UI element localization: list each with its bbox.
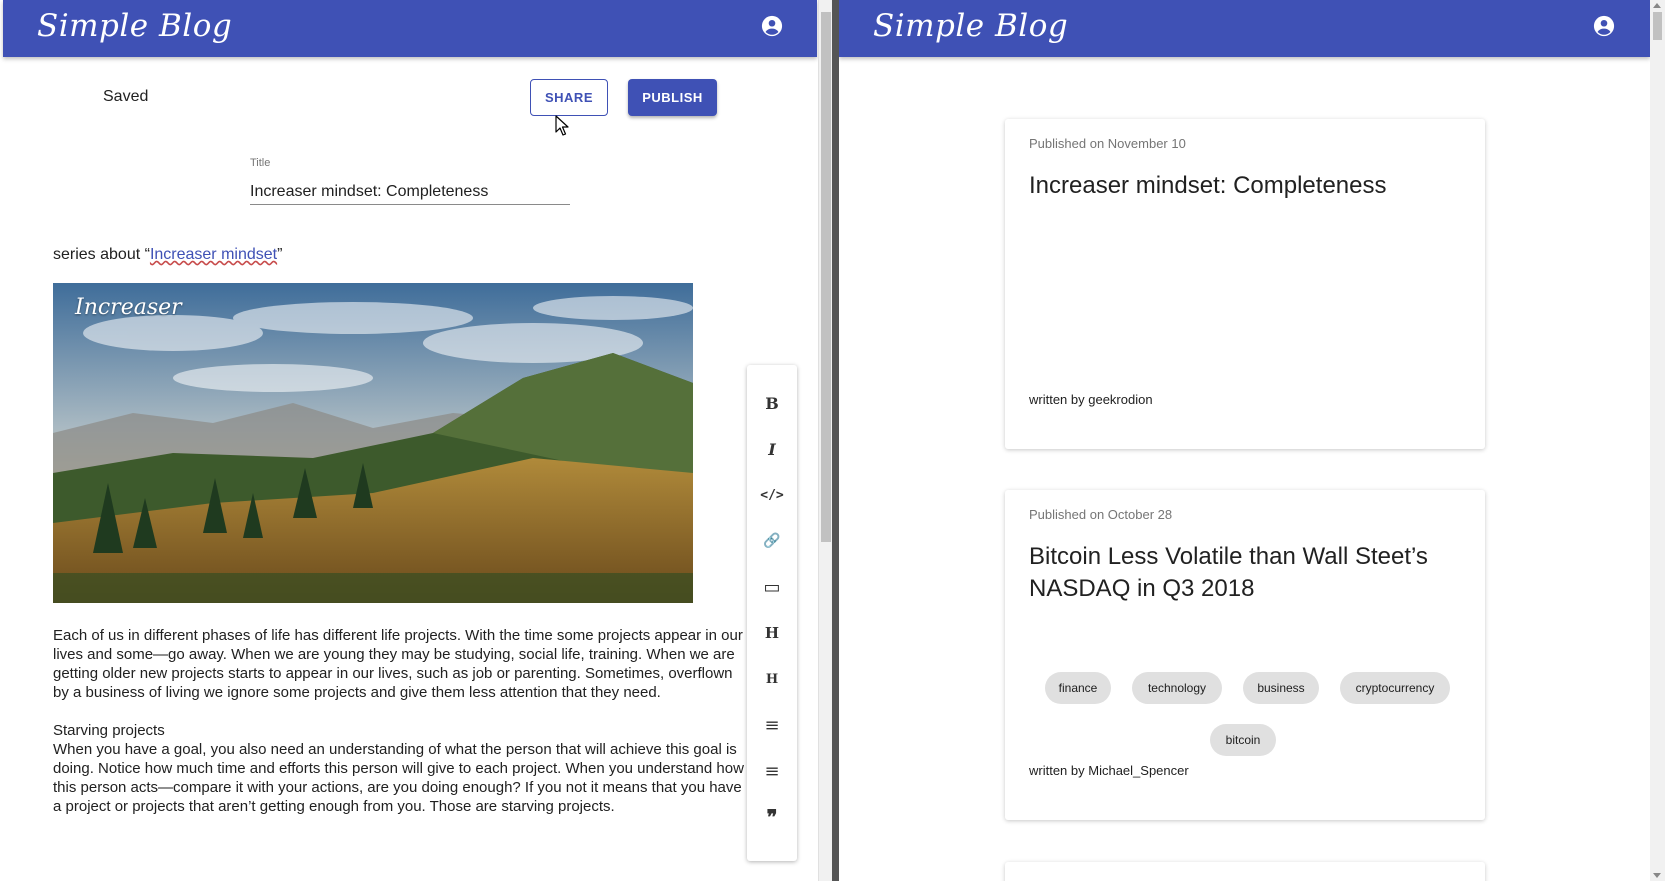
code-icon[interactable]: </> (747, 475, 797, 515)
editor-app-bar: Simple Blog (3, 0, 817, 57)
section-heading[interactable]: Starving projects (53, 721, 748, 740)
title-field-label: Title (250, 157, 271, 169)
account-icon[interactable] (1593, 15, 1615, 37)
format-toolbar: B I </> 🔗 ▭ H H ≡ ≡ ❞ (747, 365, 797, 861)
editor-scrollbar[interactable] (818, 0, 832, 881)
series-prefix: series about “ (53, 246, 150, 263)
tag-chip[interactable]: finance (1045, 672, 1111, 704)
scroll-down-icon[interactable] (1653, 873, 1661, 878)
publish-button[interactable]: PUBLISH (628, 79, 717, 116)
app-logo[interactable]: Simple Blog (37, 8, 232, 44)
link-icon[interactable]: 🔗 (747, 521, 797, 561)
post-date: Published on November 10 (1029, 136, 1186, 151)
series-suffix: ” (277, 246, 283, 263)
post-card[interactable]: Published on October 28 Bitcoin Less Vol… (1005, 490, 1485, 820)
post-card[interactable]: Published on November 10 Increaser minds… (1005, 119, 1485, 449)
mouse-cursor-icon (555, 115, 569, 136)
account-icon[interactable] (761, 15, 783, 37)
tag-chip[interactable]: bitcoin (1210, 724, 1276, 756)
app-logo[interactable]: Simple Blog (873, 8, 1068, 44)
post-author: written by geekrodion (1029, 392, 1153, 407)
editor-pane: Simple Blog Saved SHARE PUBLISH Title se… (0, 0, 818, 881)
body-paragraph[interactable]: Each of us in different phases of life h… (53, 626, 748, 702)
feed-app-bar: Simple Blog (839, 0, 1650, 57)
post-title[interactable]: Bitcoin Less Volatile than Wall Steet’s … (1029, 541, 1459, 605)
feed-scrollbar[interactable] (1650, 0, 1665, 881)
series-link[interactable]: Increaser mindset (150, 246, 277, 263)
feed-scrollbar-thumb[interactable] (1653, 12, 1662, 40)
numbered-list-icon[interactable]: ≡ (747, 705, 797, 745)
editor-scrollbar-thumb[interactable] (821, 12, 831, 542)
post-title[interactable]: Increaser mindset: Completeness (1029, 170, 1459, 202)
tag-chip[interactable]: business (1243, 672, 1319, 704)
italic-icon[interactable]: I (747, 429, 797, 469)
post-author: written by Michael_Spencer (1029, 763, 1189, 778)
share-button[interactable]: SHARE (530, 79, 608, 116)
tag-chip[interactable]: technology (1132, 672, 1222, 704)
save-status: Saved (103, 88, 149, 105)
cover-image-caption: Increaser (75, 295, 182, 320)
post-cover-image[interactable]: Increaser (53, 283, 693, 603)
image-icon[interactable]: ▭ (747, 567, 797, 607)
title-input[interactable] (250, 179, 570, 205)
quote-icon[interactable]: ❞ (747, 797, 797, 837)
bold-icon[interactable]: B (747, 383, 797, 423)
series-line: series about “Increaser mindset” (53, 246, 282, 264)
scroll-up-icon[interactable] (1653, 3, 1661, 8)
heading-two-icon[interactable]: H (747, 659, 797, 699)
pane-divider[interactable] (832, 0, 839, 881)
feed-pane: Simple Blog Published on November 10 Inc… (839, 0, 1650, 881)
body-paragraph[interactable]: When you have a goal, you also need an u… (53, 740, 748, 816)
post-body[interactable]: Each of us in different phases of life h… (53, 626, 748, 835)
post-date: Published on October 28 (1029, 507, 1173, 522)
bulleted-list-icon[interactable]: ≡ (747, 751, 797, 791)
post-card[interactable] (1005, 862, 1485, 881)
tag-chip[interactable]: cryptocurrency (1340, 672, 1450, 704)
heading-one-icon[interactable]: H (747, 613, 797, 653)
